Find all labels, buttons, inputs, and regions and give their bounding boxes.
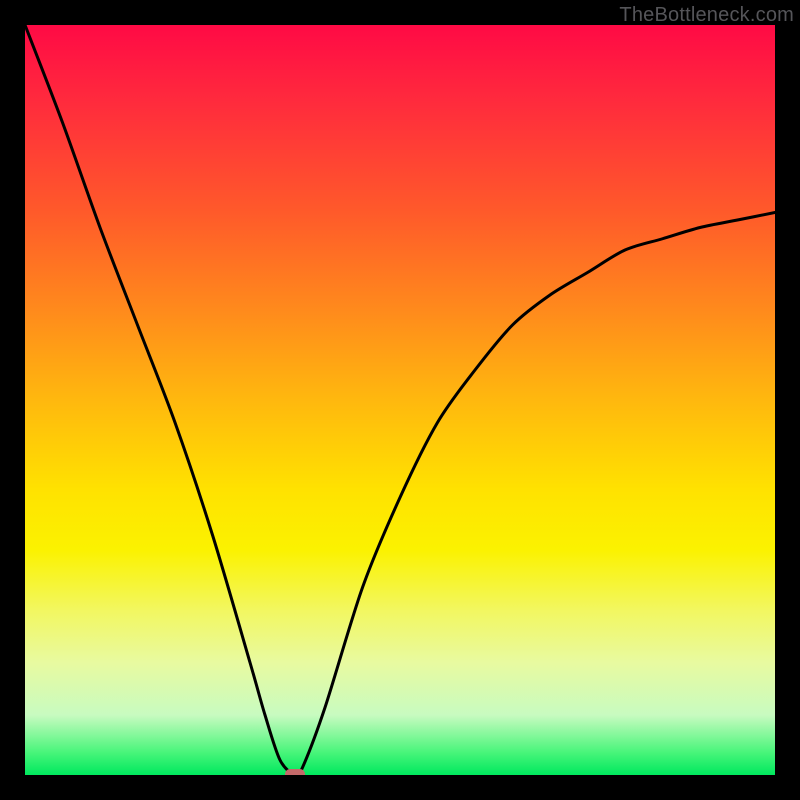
plot-area — [25, 25, 775, 775]
curve-svg — [25, 25, 775, 775]
chart-frame: TheBottleneck.com — [0, 0, 800, 800]
bottleneck-curve — [25, 25, 775, 775]
optimal-marker — [285, 769, 305, 775]
watermark: TheBottleneck.com — [619, 4, 794, 27]
